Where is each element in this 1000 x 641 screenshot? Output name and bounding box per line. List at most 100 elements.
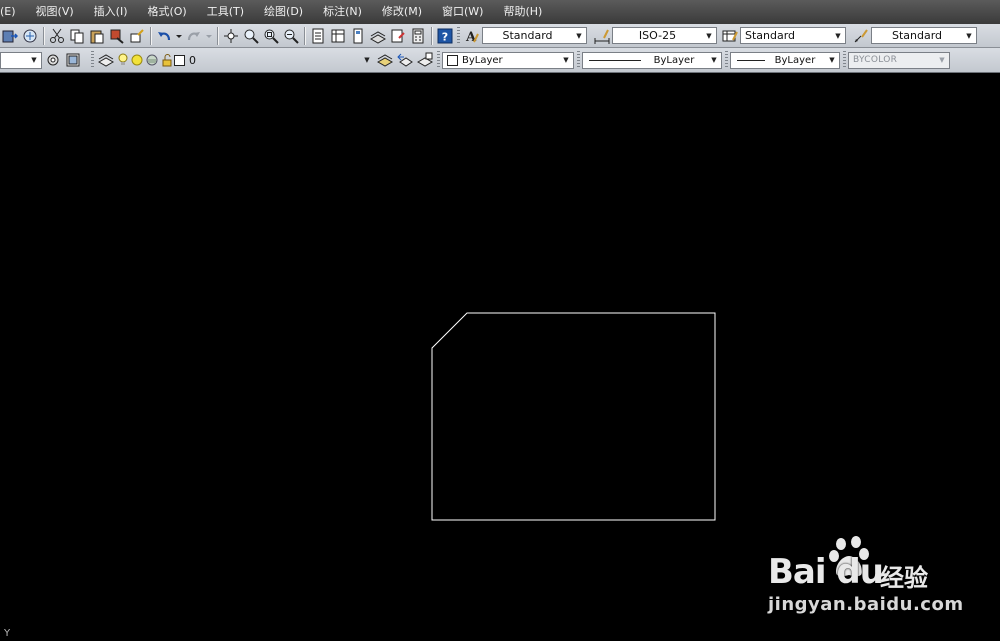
watermark-url: jingyan.baidu.com — [768, 594, 964, 615]
text-style-value: Standard — [502, 29, 553, 42]
linetype-preview — [589, 59, 641, 61]
multileader-style-dropdown[interactable]: Standard ▼ — [871, 27, 977, 44]
chevron-down-icon[interactable]: ▼ — [572, 28, 586, 43]
workspace-settings-icon[interactable] — [44, 51, 62, 69]
table-style-dropdown[interactable]: Standard ▼ — [740, 27, 846, 44]
chevron-down-icon[interactable]: ▼ — [825, 53, 839, 68]
linetype-value: ByLayer — [653, 54, 695, 66]
chevron-down-icon[interactable]: ▼ — [559, 53, 573, 68]
zoom-previous-icon[interactable] — [282, 27, 300, 45]
redo-dropdown-icon[interactable] — [205, 27, 213, 45]
toolbar-grip[interactable] — [843, 51, 846, 69]
separator — [304, 26, 305, 45]
lineweight-preview — [737, 59, 765, 61]
markup-set-icon[interactable] — [389, 27, 407, 45]
separator — [150, 26, 151, 45]
publish-icon[interactable] — [21, 27, 39, 45]
undo-dropdown-icon[interactable] — [175, 27, 183, 45]
chamfered-rectangle[interactable] — [431, 312, 716, 521]
help-menu[interactable]: 帮助(H) — [493, 0, 552, 24]
sheet-set-icon[interactable] — [369, 27, 387, 45]
linetype-dropdown[interactable]: ByLayer ▼ — [582, 51, 722, 69]
save-as-icon[interactable] — [1, 27, 19, 45]
layer-properties-icon[interactable] — [97, 51, 115, 69]
color-swatch — [447, 54, 458, 66]
toolbar-grip[interactable] — [457, 26, 460, 45]
lineweight-value: ByLayer — [774, 54, 816, 66]
insert-menu[interactable]: 插入(I) — [84, 0, 138, 24]
dimension-style-icon[interactable] — [593, 27, 611, 45]
toolbar-grip[interactable] — [437, 51, 440, 69]
edit-menu[interactable]: (E) — [0, 0, 26, 24]
text-style-dropdown[interactable]: Standard ▼ — [482, 27, 587, 44]
make-current-layer-icon[interactable] — [376, 51, 394, 69]
toolbar-grip[interactable] — [577, 51, 580, 69]
chevron-down-icon: ▼ — [939, 56, 945, 64]
paste-icon[interactable] — [88, 27, 106, 45]
help-icon[interactable]: ? — [436, 27, 454, 45]
svg-text:?: ? — [442, 30, 448, 43]
redo-icon[interactable] — [185, 27, 203, 45]
zoom-window-icon[interactable] — [262, 27, 280, 45]
standard-toolbar: ? A Standard ▼ ISO-25 ▼ Standard ▼ Stand… — [0, 24, 1000, 48]
zoom-realtime-icon[interactable] — [242, 27, 260, 45]
calculator-icon[interactable] — [409, 27, 427, 45]
chevron-down-icon[interactable]: ▼ — [702, 28, 716, 43]
toolbar-grip[interactable] — [725, 51, 728, 69]
text-style-icon[interactable]: A — [463, 27, 481, 45]
block-editor-icon[interactable] — [128, 27, 146, 45]
chevron-down-icon[interactable]: ▼ — [707, 53, 721, 68]
chevron-down-icon[interactable]: ▼ — [831, 28, 845, 43]
modify-menu[interactable]: 修改(M) — [372, 0, 432, 24]
layer-states-icon[interactable] — [416, 51, 434, 69]
copy-icon[interactable] — [68, 27, 86, 45]
properties-icon[interactable] — [309, 27, 327, 45]
tool-palettes-icon[interactable] — [349, 27, 367, 45]
draw-menu[interactable]: 绘图(D) — [254, 0, 313, 24]
lineweight-dropdown[interactable]: ByLayer ▼ — [730, 51, 840, 69]
separator — [217, 26, 218, 45]
dimension-style-value: ISO-25 — [638, 29, 677, 42]
svg-text:A: A — [465, 30, 477, 44]
match-properties-icon[interactable] — [108, 27, 126, 45]
view-menu[interactable]: 视图(V) — [26, 0, 84, 24]
color-dropdown[interactable]: ByLayer ▼ — [442, 51, 574, 69]
layer-dropdown[interactable]: 0 ▼ — [174, 52, 374, 69]
ucs-y-label: Y — [4, 628, 11, 639]
chevron-down-icon[interactable]: ▼ — [27, 53, 41, 68]
format-menu[interactable]: 格式(O) — [137, 0, 196, 24]
multileader-style-value: Standard — [891, 29, 943, 42]
multileader-style-icon[interactable] — [852, 27, 870, 45]
window-menu[interactable]: 窗口(W) — [432, 0, 493, 24]
current-layer-value: 0 — [189, 53, 196, 67]
undo-icon[interactable] — [155, 27, 173, 45]
workspace-dropdown[interactable]: ▼ — [0, 51, 42, 69]
table-style-value: Standard — [745, 29, 796, 42]
dimension-menu[interactable]: 标注(N) — [313, 0, 372, 24]
dimension-style-dropdown[interactable]: ISO-25 ▼ — [612, 27, 717, 44]
customize-icon[interactable] — [64, 51, 82, 69]
plot-style-dropdown: BYCOLOR ▼ — [848, 51, 950, 69]
chevron-down-icon[interactable]: ▼ — [360, 52, 374, 69]
plot-style-value: BYCOLOR — [853, 55, 898, 65]
toolbar-grip[interactable] — [91, 51, 94, 69]
layers-properties-toolbar: ▼ 0 ▼ ByLayer ▼ ByLayer ▼ ByLayer ▼ BYCO… — [0, 48, 1000, 73]
cut-icon[interactable] — [48, 27, 66, 45]
color-value: ByLayer — [462, 54, 503, 66]
chevron-down-icon[interactable]: ▼ — [962, 28, 976, 43]
design-center-icon[interactable] — [329, 27, 347, 45]
layer-thaw-icon[interactable] — [131, 51, 143, 69]
layer-viewport-icon[interactable] — [145, 51, 159, 69]
menu-bar: (E) 视图(V) 插入(I) 格式(O) 工具(T) 绘图(D) 标注(N) … — [0, 0, 1000, 24]
layer-previous-icon[interactable] — [396, 51, 414, 69]
baidu-watermark: Bai du 经验 jingyan.baidu.com — [766, 536, 966, 626]
layer-color-swatch — [174, 54, 185, 66]
separator — [43, 26, 44, 45]
pan-icon[interactable] — [222, 27, 240, 45]
watermark-brand: Bai du — [768, 552, 884, 592]
tools-menu[interactable]: 工具(T) — [197, 0, 254, 24]
table-style-icon[interactable] — [721, 27, 739, 45]
separator — [431, 26, 432, 45]
layer-unlock-icon[interactable] — [161, 51, 173, 69]
layer-on-icon[interactable] — [117, 51, 129, 69]
